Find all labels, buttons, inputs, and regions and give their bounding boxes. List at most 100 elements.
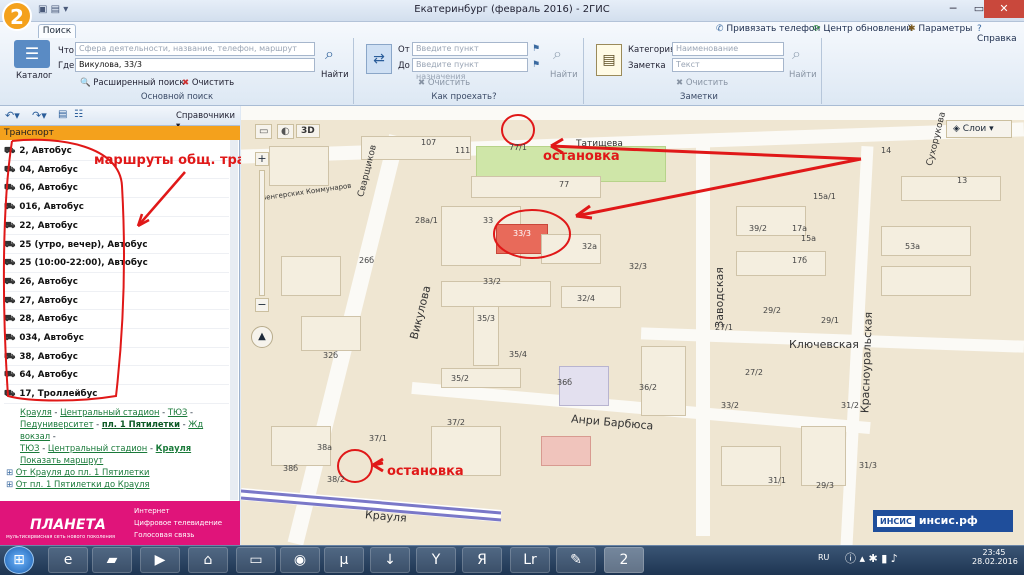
tab-search[interactable]: Поиск bbox=[38, 24, 76, 38]
banner-service: Интернет bbox=[134, 507, 170, 515]
2gis-taskbar-icon[interactable]: 2 bbox=[604, 547, 644, 573]
stop-annotation: остановка bbox=[387, 464, 464, 479]
refresh-icon: ⟳ bbox=[813, 24, 824, 34]
app-icon[interactable]: ▭ bbox=[236, 547, 276, 573]
house-number: 17a bbox=[792, 224, 808, 233]
clock-time: 23:45 bbox=[982, 548, 1006, 557]
banner-brand: ПЛАНЕТА bbox=[30, 517, 106, 533]
magnifier-icon: 🔍 bbox=[80, 78, 91, 88]
window-title: Екатеринбург (февраль 2016) - 2ГИС bbox=[414, 4, 610, 15]
stop-link[interactable]: Крауля bbox=[20, 407, 52, 417]
start-button[interactable]: ⊞ bbox=[4, 546, 34, 574]
group-label-notes: Заметки bbox=[680, 92, 718, 102]
route-icon[interactable]: ⇄ bbox=[366, 44, 392, 74]
folder-icon[interactable]: ▰ bbox=[92, 547, 132, 573]
north-arrow-icon[interactable]: ▲ bbox=[251, 326, 273, 348]
plus-icon[interactable]: ⊞ bbox=[6, 467, 13, 477]
category-select[interactable]: Наименование bbox=[672, 42, 784, 56]
notes-icon[interactable]: ▤ bbox=[596, 44, 622, 76]
from-input[interactable]: Введите пункт отправления bbox=[412, 42, 528, 65]
link-settings[interactable]: ✱ Параметры bbox=[908, 24, 972, 34]
search-icon[interactable]: ⌕ bbox=[325, 44, 334, 64]
house-number: 15a/1 bbox=[813, 192, 836, 201]
link-bind-phone[interactable]: ✆ Привязать телефон bbox=[716, 24, 820, 34]
notes-clear-button[interactable]: ✖ Очистить bbox=[676, 78, 728, 88]
minimize-button[interactable]: ─ bbox=[940, 0, 966, 18]
house-number: 32б bbox=[323, 351, 339, 360]
clock-date: 28.02.2016 bbox=[972, 557, 1018, 566]
clear-search-button[interactable]: ✖ Очистить bbox=[182, 78, 234, 88]
link-help[interactable]: ? Справка bbox=[977, 24, 1024, 44]
route-find-button[interactable]: Найти bbox=[550, 70, 578, 80]
to-input[interactable]: Введите пункт назначения bbox=[412, 58, 528, 81]
house-number: 107 bbox=[421, 138, 437, 147]
house-number: 13 bbox=[957, 176, 968, 185]
catalog-icon[interactable]: ☰ bbox=[14, 40, 50, 68]
app-logo[interactable]: 2 bbox=[2, 1, 32, 31]
zoom-slider[interactable] bbox=[259, 170, 265, 296]
stop-link[interactable]: ТЮЗ bbox=[20, 443, 40, 453]
trolley-route-detail: Крауля - Центральный стадион - ТЮЗ - Пед… bbox=[6, 407, 204, 489]
layers-button[interactable]: ◈ Слои ▾ bbox=[946, 120, 1012, 138]
clock[interactable]: 23:45 28.02.2016 bbox=[972, 548, 1018, 566]
direction-link[interactable]: От Крауля до пл. 1 Пятилетки bbox=[16, 467, 150, 477]
ad-banner[interactable]: ПЛАНЕТА мультисервисная сеть нового поко… bbox=[0, 501, 240, 545]
stop-link[interactable]: Крауля bbox=[156, 443, 191, 453]
yandex-browser-icon[interactable]: Y bbox=[416, 547, 456, 573]
notes-search-icon[interactable]: ⌕ bbox=[792, 44, 801, 64]
house-number: 31/1 bbox=[768, 476, 786, 485]
chrome-icon[interactable]: ◉ bbox=[280, 547, 320, 573]
stop-link[interactable]: ТЮЗ bbox=[168, 407, 188, 417]
notes-find-button[interactable]: Найти bbox=[789, 70, 817, 80]
plus-icon[interactable]: ⊞ bbox=[6, 479, 13, 489]
media-player-icon[interactable]: ▶ bbox=[140, 547, 180, 573]
lightroom-icon[interactable]: Lr bbox=[510, 547, 550, 573]
downloader-icon[interactable]: ↓ bbox=[370, 547, 410, 573]
house-number: 37/2 bbox=[447, 418, 465, 427]
note-input[interactable]: Текст bbox=[672, 58, 784, 72]
yandex-icon[interactable]: Я bbox=[462, 547, 502, 573]
house-number: 36/2 bbox=[639, 383, 657, 392]
clear-icon: ✖ bbox=[182, 78, 190, 88]
ad-insis[interactable]: ИНСИС инсис.рф bbox=[873, 510, 1013, 532]
compass-icon[interactable]: ◐ bbox=[277, 124, 294, 139]
zoom-in-button[interactable]: + bbox=[255, 152, 269, 166]
banner-tagline: мультисервисная сеть нового поколения bbox=[6, 534, 115, 540]
route-search-icon[interactable]: ⌕ bbox=[553, 44, 562, 64]
house-number: 15a bbox=[801, 234, 817, 243]
group-label-main-search: Основной поиск bbox=[140, 92, 214, 102]
link-update-center[interactable]: ⟳ Центр обновлений bbox=[813, 24, 912, 34]
stop-link-highlight[interactable]: пл. 1 Пятилетки bbox=[102, 419, 180, 429]
notepad-icon[interactable]: ✎ bbox=[556, 547, 596, 573]
route-clear-button[interactable]: ✖ Очистить bbox=[418, 78, 470, 88]
insis-logo: ИНСИС bbox=[877, 516, 915, 527]
hp-icon[interactable]: ⌂ bbox=[188, 547, 228, 573]
catalog-button[interactable]: Каталог bbox=[16, 71, 53, 81]
map-view[interactable]: остановка остановка Татищева Викулова За… bbox=[241, 106, 1024, 545]
find-button[interactable]: Найти bbox=[321, 70, 349, 80]
house-number: 111 bbox=[455, 146, 471, 155]
stop-link[interactable]: Центральный стадион bbox=[48, 443, 147, 453]
ie-icon[interactable]: e bbox=[48, 547, 88, 573]
show-route-link[interactable]: Показать маршрут bbox=[20, 455, 103, 465]
mode-3d-button[interactable]: 3D bbox=[296, 124, 320, 138]
house-number: 32/3 bbox=[629, 262, 647, 271]
utorrent-icon[interactable]: µ bbox=[324, 547, 364, 573]
stop-link[interactable]: Центральный стадион bbox=[60, 407, 159, 417]
banner-service: Цифровое телевидение bbox=[134, 519, 223, 527]
tray-icons[interactable]: ⓘ ▴ ✱ ▮ ♪ bbox=[845, 550, 898, 566]
where-input[interactable]: Викулова, 33/3 bbox=[75, 58, 315, 72]
house-number: 35/2 bbox=[451, 374, 469, 383]
house-number: 35/3 bbox=[477, 314, 495, 323]
direction-link[interactable]: От пл. 1 Пятилетки до Крауля bbox=[16, 479, 150, 489]
zoom-out-button[interactable]: − bbox=[255, 298, 269, 312]
close-button[interactable]: ✕ bbox=[984, 0, 1024, 18]
to-pin-icon[interactable]: ⚑ bbox=[532, 60, 540, 70]
stop-link[interactable]: Педуниверситет bbox=[20, 419, 93, 429]
what-input[interactable]: Сфера деятельности, название, телефон, м… bbox=[75, 42, 315, 56]
language-indicator[interactable]: RU bbox=[818, 553, 829, 562]
advanced-search-link[interactable]: 🔍 Расширенный поиск bbox=[80, 78, 184, 88]
house-number: 33/2 bbox=[483, 277, 501, 286]
from-pin-icon[interactable]: ⚑ bbox=[532, 44, 540, 54]
ruler-icon[interactable]: ▭ bbox=[255, 124, 273, 139]
